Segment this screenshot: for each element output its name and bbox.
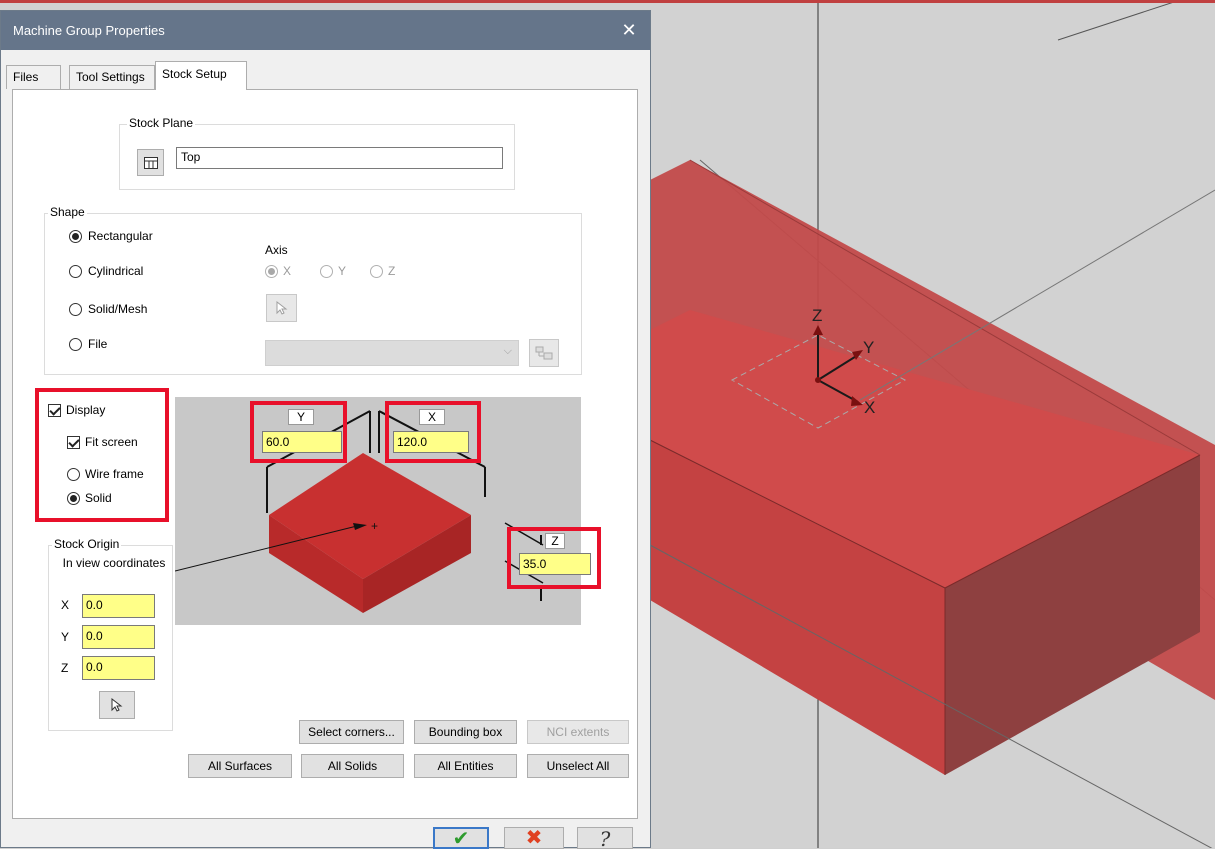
- help-button[interactable]: ?: [577, 827, 633, 849]
- stock-preview-drawing: +: [174, 410, 544, 613]
- origin-x-field[interactable]: 0.0: [82, 594, 155, 618]
- origin-x-label: X: [61, 598, 70, 612]
- stock-plane-select-button[interactable]: [137, 149, 164, 176]
- z-dimension-highlight-box: [507, 527, 601, 589]
- shape-cylindrical-label[interactable]: Cylindrical: [88, 264, 143, 278]
- help-icon: ?: [599, 827, 611, 849]
- axis-z-label[interactable]: Z: [388, 264, 395, 278]
- shape-group-label: Shape: [48, 205, 87, 219]
- origin-select-button[interactable]: [99, 691, 135, 719]
- viewport-z-axis-label: Z: [812, 306, 823, 325]
- checkmark-icon: ✔: [452, 828, 470, 849]
- all-entities-button[interactable]: All Entities: [414, 754, 517, 778]
- solid-mesh-select-button[interactable]: [266, 294, 297, 322]
- shape-solid-mesh-radio[interactable]: [69, 303, 82, 316]
- shape-cylindrical-radio[interactable]: [69, 265, 82, 278]
- shape-rectangular-label[interactable]: Rectangular: [88, 229, 153, 243]
- stock-origin-subtitle: In view coordinates: [62, 556, 166, 570]
- viewport-x-axis-label: X: [864, 398, 876, 417]
- display-highlight-box: [35, 388, 169, 522]
- cancel-button[interactable]: ✖: [504, 827, 564, 849]
- chevron-down-icon: ⌵: [503, 345, 512, 357]
- close-icon[interactable]: ✕: [616, 17, 642, 43]
- file-browse-icon: [535, 346, 553, 360]
- axis-x-radio[interactable]: [265, 265, 278, 278]
- shape-file-radio[interactable]: [69, 338, 82, 351]
- all-solids-button[interactable]: All Solids: [301, 754, 404, 778]
- file-browse-button[interactable]: [529, 339, 559, 367]
- stock-plane-field[interactable]: Top: [176, 147, 503, 169]
- x-dimension-highlight-box: [385, 401, 481, 463]
- stock-origin-group-label: Stock Origin: [52, 537, 122, 551]
- plane-table-icon: [143, 157, 158, 169]
- shape-rectangular-radio[interactable]: [69, 230, 82, 243]
- tab-files[interactable]: Files: [6, 65, 61, 89]
- axis-x-label[interactable]: X: [283, 264, 291, 278]
- viewport-y-axis-label: Y: [863, 338, 875, 357]
- shape-file-label[interactable]: File: [88, 337, 107, 351]
- all-surfaces-button[interactable]: All Surfaces: [188, 754, 292, 778]
- svg-text:+: +: [371, 519, 378, 533]
- cancel-x-icon: ✖: [525, 827, 543, 849]
- tab-stock-setup[interactable]: Stock Setup: [155, 61, 247, 90]
- y-dimension-highlight-box: [250, 401, 347, 463]
- origin-y-field[interactable]: 0.0: [82, 625, 155, 649]
- file-path-dropdown[interactable]: ⌵: [265, 340, 519, 366]
- shape-solid-mesh-label[interactable]: Solid/Mesh: [88, 302, 147, 316]
- origin-y-label: Y: [61, 630, 70, 644]
- machine-group-properties-dialog: Machine Group Properties ✕ Files Tool Se…: [0, 10, 651, 849]
- dialog-title: Machine Group Properties: [13, 23, 165, 38]
- axis-label: Axis: [265, 243, 288, 257]
- select-corners-button[interactable]: Select corners...: [299, 720, 404, 744]
- stock-preview: + Y X Z 60.0 120.0 35.0: [174, 397, 591, 625]
- unselect-all-button[interactable]: Unselect All: [527, 754, 629, 778]
- ok-button[interactable]: ✔: [433, 827, 489, 849]
- axis-y-radio[interactable]: [320, 265, 333, 278]
- cursor-arrow-icon: [276, 300, 287, 315]
- tab-tool-settings[interactable]: Tool Settings: [69, 65, 155, 89]
- origin-z-label: Z: [61, 661, 69, 675]
- bounding-box-button[interactable]: Bounding box: [414, 720, 517, 744]
- viewport-top-border: [0, 0, 1215, 3]
- dialog-title-bar[interactable]: Machine Group Properties ✕: [1, 11, 650, 50]
- nci-extents-button[interactable]: NCI extents: [527, 720, 629, 744]
- cursor-arrow-icon: [111, 697, 123, 712]
- origin-z-field[interactable]: 0.0: [82, 656, 155, 680]
- axis-y-label[interactable]: Y: [338, 264, 346, 278]
- axis-z-radio[interactable]: [370, 265, 383, 278]
- stock-plane-group-label: Stock Plane: [127, 116, 196, 130]
